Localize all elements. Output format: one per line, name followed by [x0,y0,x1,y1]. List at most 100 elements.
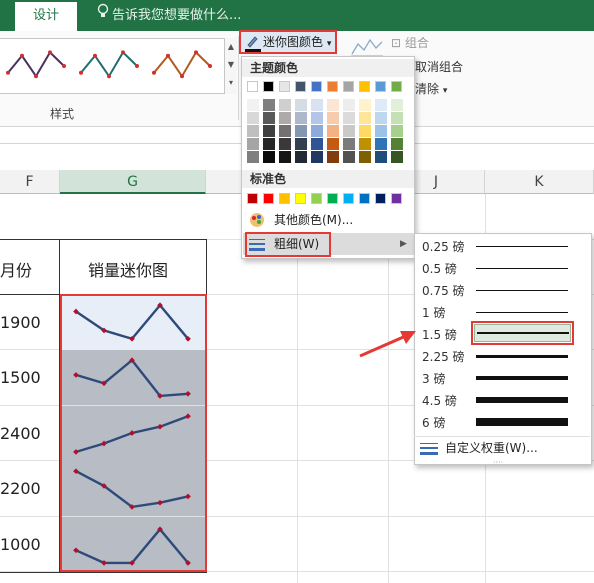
color-swatch[interactable] [359,81,370,92]
color-swatch[interactable] [295,112,307,124]
color-swatch[interactable] [311,81,322,92]
color-swatch[interactable] [327,112,339,124]
header-month[interactable]: 月份 [0,257,32,281]
column-header-g[interactable]: G [60,170,206,194]
color-swatch[interactable] [343,112,355,124]
weight-option[interactable]: 0.25 磅 [415,235,591,257]
color-swatch[interactable] [263,138,275,150]
color-swatch[interactable] [375,151,387,163]
color-swatch[interactable] [263,125,275,137]
weight-option[interactable]: 0.75 磅 [415,279,591,301]
color-swatch[interactable] [279,81,290,92]
color-swatch[interactable] [295,125,307,137]
tab-design[interactable]: 设计 [15,2,77,31]
standard-color-swatch[interactable] [375,193,386,204]
tell-me-box[interactable]: 告诉我您想要做什么... [97,0,241,31]
color-swatch[interactable] [263,99,275,111]
standard-color-swatch[interactable] [343,193,354,204]
color-swatch[interactable] [279,125,291,137]
style-gallery-thumbnails[interactable] [0,39,236,95]
color-swatch[interactable] [391,81,402,92]
color-swatch[interactable] [359,138,371,150]
color-swatch[interactable] [327,151,339,163]
resize-grip-icon[interactable]: ···· [493,458,503,467]
sales-value[interactable]: 1000 [0,535,41,554]
color-swatch[interactable] [295,99,307,111]
color-swatch[interactable] [311,125,323,137]
weight-option[interactable]: 4.5 磅 [415,389,591,411]
gallery-scrollbar[interactable]: ▲ ▼ ▾ [224,38,237,94]
color-swatch[interactable] [247,99,259,111]
standard-color-swatch[interactable] [327,193,338,204]
weight-option[interactable]: 0.5 磅 [415,257,591,279]
sales-value[interactable]: 2200 [0,479,41,498]
sales-value[interactable]: 1500 [0,368,41,387]
standard-color-swatch[interactable] [263,193,274,204]
color-swatch[interactable] [343,125,355,137]
color-swatch[interactable] [343,151,355,163]
standard-color-swatch[interactable] [311,193,322,204]
color-swatch[interactable] [311,138,323,150]
ungroup-button[interactable]: 取消组合 [415,58,463,75]
sales-value[interactable]: 1900 [0,313,41,332]
color-swatch[interactable] [375,81,386,92]
color-swatch[interactable] [311,99,323,111]
color-swatch[interactable] [327,99,339,111]
color-swatch[interactable] [279,151,291,163]
color-swatch[interactable] [391,151,403,163]
standard-color-swatch[interactable] [279,193,290,204]
weight-option[interactable]: 6 磅 [415,411,591,433]
color-swatch[interactable] [295,81,306,92]
color-swatch[interactable] [359,112,371,124]
color-swatch[interactable] [391,125,403,137]
sales-value[interactable]: 2400 [0,424,41,443]
standard-color-swatch[interactable] [391,193,402,204]
standard-color-swatch[interactable] [247,193,258,204]
color-swatch[interactable] [311,112,323,124]
color-swatch[interactable] [327,81,338,92]
clear-button[interactable]: 清除 ▾ [415,80,447,97]
standard-color-swatch[interactable] [295,193,306,204]
color-swatch[interactable] [375,138,387,150]
color-swatch[interactable] [359,99,371,111]
color-swatch[interactable] [311,151,323,163]
color-swatch[interactable] [247,151,259,163]
color-swatch[interactable] [263,112,275,124]
weight-option[interactable]: 2.25 磅 [415,345,591,367]
color-swatch[interactable] [375,112,387,124]
standard-color-swatch[interactable] [359,193,370,204]
more-colors-item[interactable]: 其他颜色(M)... [243,209,415,231]
color-swatch[interactable] [343,99,355,111]
color-swatch[interactable] [295,138,307,150]
sparkline-color-button[interactable]: 迷你图颜色 ▾ [239,30,337,54]
header-sparkline[interactable]: 销量迷你图 [88,257,168,281]
color-swatch[interactable] [295,151,307,163]
color-swatch[interactable] [247,125,259,137]
weight-option[interactable]: 1 磅 [415,301,591,323]
color-swatch[interactable] [279,99,291,111]
color-swatch[interactable] [327,138,339,150]
color-swatch[interactable] [279,112,291,124]
color-swatch[interactable] [391,99,403,111]
column-header-k[interactable]: K [485,170,594,194]
color-swatch[interactable] [375,99,387,111]
color-swatch[interactable] [279,138,291,150]
color-swatch[interactable] [375,125,387,137]
group-button[interactable]: ⊡ 组合 [391,34,429,51]
gallery-up-icon[interactable]: ▲ [225,38,237,56]
color-swatch[interactable] [359,125,371,137]
column-header-f[interactable]: F [0,170,60,194]
gallery-down-icon[interactable]: ▼ [225,56,237,74]
color-swatch[interactable] [247,138,259,150]
custom-weight-item[interactable]: 自定义权重(W)... [414,436,590,458]
color-swatch[interactable] [343,138,355,150]
color-swatch[interactable] [391,112,403,124]
gallery-more-icon[interactable]: ▾ [225,74,237,92]
color-swatch[interactable] [343,81,354,92]
color-swatch[interactable] [391,138,403,150]
color-swatch[interactable] [263,151,275,163]
color-swatch[interactable] [263,81,274,92]
weight-option[interactable]: 3 磅 [415,367,591,389]
color-swatch[interactable] [247,112,259,124]
sparkline-style-gallery[interactable] [0,38,236,94]
